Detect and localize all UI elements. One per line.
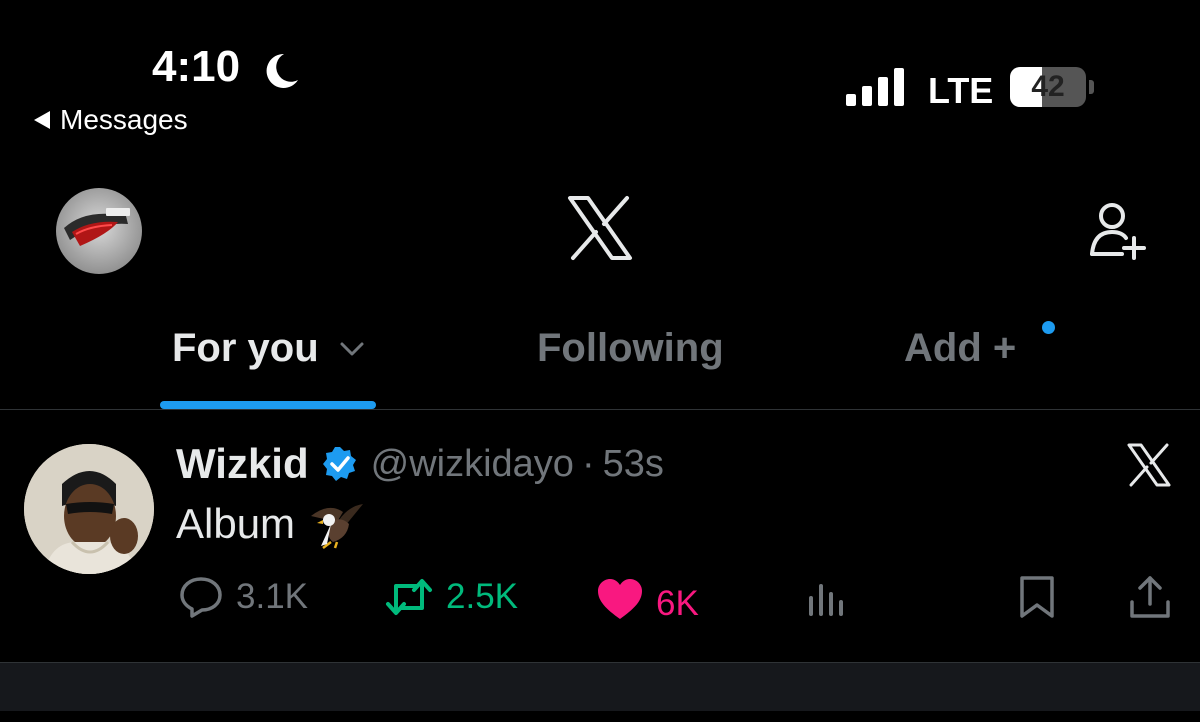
battery-level: 42 <box>1031 70 1065 103</box>
active-tab-indicator <box>160 401 376 409</box>
author-handle[interactable]: @wizkidayo <box>371 443 574 486</box>
post-timestamp[interactable]: 53s <box>603 443 664 486</box>
reply-count: 3.1K <box>236 577 308 616</box>
reply-button[interactable]: 3.1K <box>178 574 308 620</box>
share-icon <box>1130 576 1170 618</box>
signal-icon <box>846 68 904 106</box>
battery-cap <box>1089 80 1094 94</box>
author-photo <box>24 444 154 574</box>
author-name[interactable]: Wizkid <box>176 440 309 488</box>
bookmark-icon <box>1020 576 1054 618</box>
status-time: 4:10 <box>152 42 241 91</box>
post-header: Wizkid @wizkidayo · 53s <box>176 440 664 488</box>
repost-icon <box>386 579 432 615</box>
bookmark-button[interactable] <box>1016 574 1058 620</box>
back-label: Messages <box>60 104 188 135</box>
battery-indicator: 42 <box>1010 67 1086 107</box>
share-button[interactable] <box>1128 574 1172 620</box>
reply-icon <box>180 577 222 618</box>
tab-following[interactable]: Following <box>537 326 724 371</box>
meta-separator: · <box>581 442 595 485</box>
back-arrow-icon <box>34 111 50 129</box>
next-post-area <box>0 662 1200 711</box>
like-count: 6K <box>656 584 699 623</box>
moon-icon <box>266 53 298 88</box>
add-user-icon[interactable] <box>1088 200 1148 260</box>
tab-add[interactable]: Add + <box>904 326 1016 371</box>
tab-divider <box>0 409 1200 410</box>
avatar-image <box>56 188 142 274</box>
tab-for-you-label: For you <box>172 326 319 370</box>
views-icon <box>809 584 843 616</box>
profile-avatar[interactable] <box>56 188 142 274</box>
heart-icon <box>598 579 642 619</box>
notification-dot <box>1042 321 1055 334</box>
tab-for-you[interactable]: For you <box>172 326 365 371</box>
repost-button[interactable]: 2.5K <box>384 574 518 620</box>
post-text: Album <box>176 500 296 547</box>
views-button[interactable] <box>806 574 846 620</box>
verified-badge-icon <box>322 447 356 481</box>
x-logo-icon <box>1127 443 1171 487</box>
repost-count: 2.5K <box>446 577 518 616</box>
network-type: LTE <box>928 70 994 111</box>
eagle-emoji-icon <box>311 504 364 549</box>
back-to-messages[interactable]: Messages <box>34 104 188 136</box>
post-author-avatar[interactable] <box>24 444 154 574</box>
post-body: Album <box>176 498 365 550</box>
x-logo-icon[interactable] <box>566 194 634 262</box>
chevron-down-icon <box>340 342 364 355</box>
like-button[interactable]: 6K <box>596 574 699 624</box>
